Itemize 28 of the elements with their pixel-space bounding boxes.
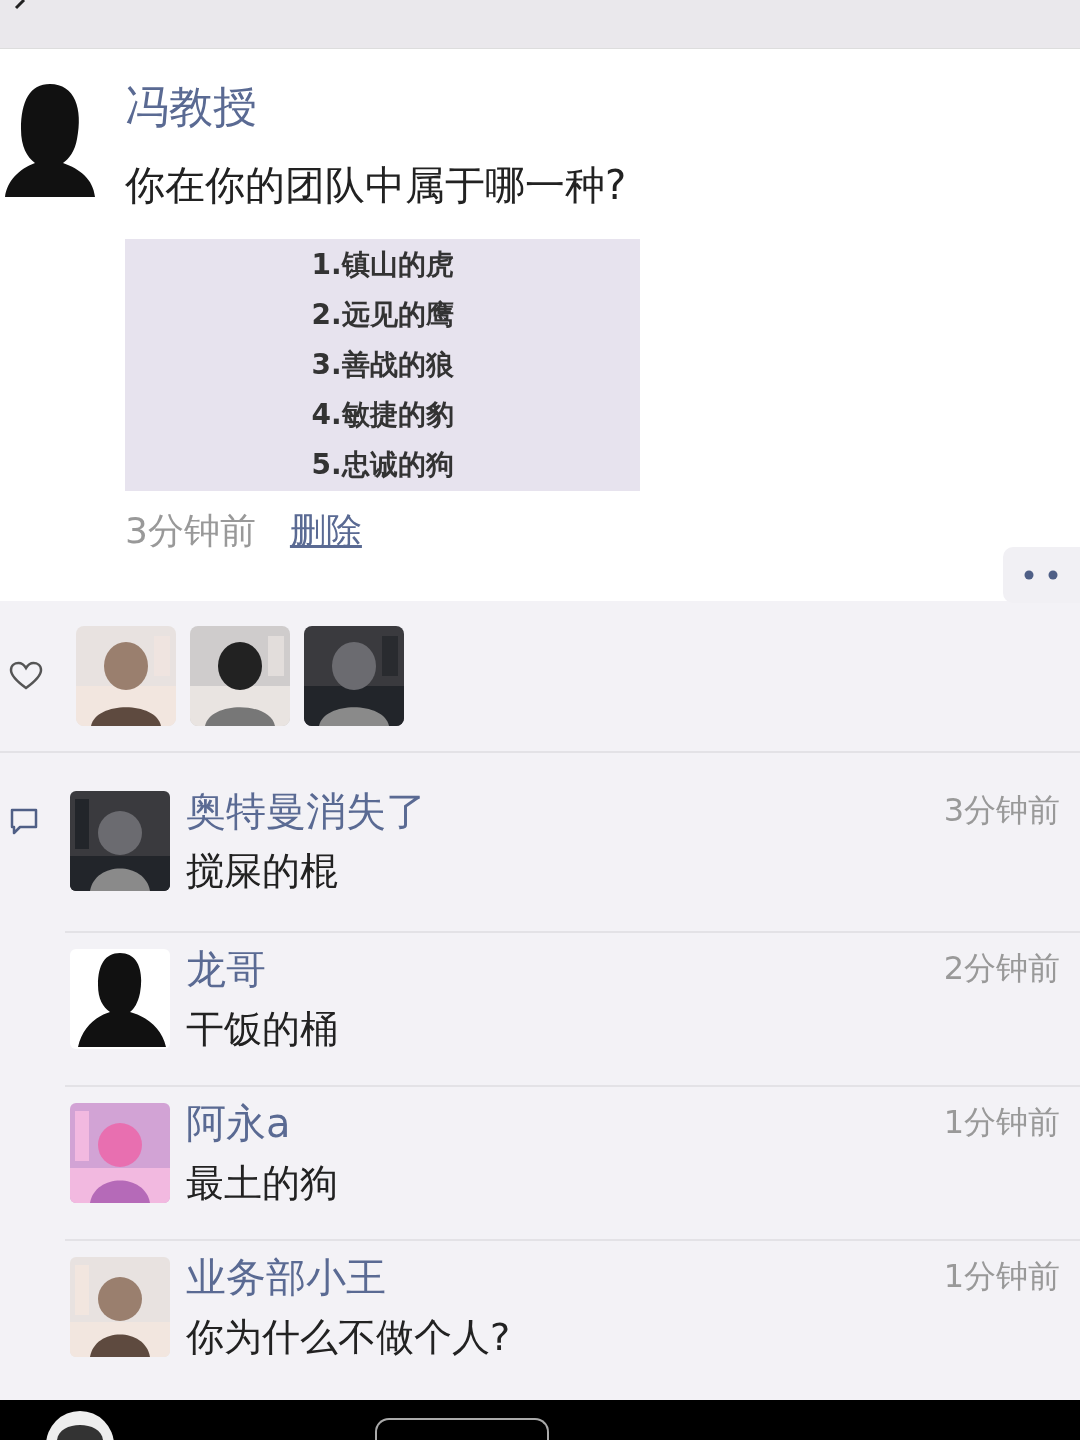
comment-text: 搅屎的棍 — [186, 848, 339, 895]
list-item-text: 3.善战的狼 — [311, 347, 454, 383]
comment-time: 2分钟前 — [943, 948, 1060, 989]
post-text: 你在你的团队中属于哪一种? — [125, 161, 628, 210]
commenter-name[interactable]: 阿永a — [186, 1095, 291, 1151]
comment-time: 3分钟前 — [943, 790, 1060, 831]
heart-icon — [9, 661, 43, 691]
commenter-name[interactable]: 龙哥 — [186, 941, 266, 997]
list-item-text: 5.忠诚的狗 — [311, 447, 454, 483]
commenter-name[interactable]: 业务部小王 — [186, 1249, 386, 1305]
post-image[interactable]: 1.镇山的虎 2.远见的鹰 3.善战的狼 4.敏捷的豹 5.忠诚的狗 — [125, 239, 640, 491]
comment-time: 1分钟前 — [943, 1102, 1060, 1143]
comment-text: 你为什么不做个人? — [186, 1314, 512, 1361]
list-item-text: 2.远见的鹰 — [311, 297, 454, 333]
list-item-text: 1.镇山的虎 — [311, 247, 454, 283]
comment-text: 干饭的桶 — [186, 1006, 339, 1053]
comment-time: 1分钟前 — [943, 1256, 1060, 1297]
avatar-icon[interactable] — [70, 949, 170, 1049]
delete-link[interactable]: 删除 — [289, 507, 362, 556]
more-button[interactable] — [1003, 547, 1080, 603]
list-item-text: 4.敏捷的豹 — [311, 397, 454, 433]
more-icon — [1023, 570, 1060, 580]
avatar-icon[interactable] — [45, 1410, 115, 1440]
author-name[interactable]: 冯教授 — [125, 79, 640, 135]
comment-text: 最土的狗 — [186, 1160, 339, 1207]
commenter-name[interactable]: 奥特曼消失了 — [186, 783, 426, 839]
post-time: 3分钟前 — [125, 509, 256, 553]
comment-icon — [8, 807, 40, 837]
